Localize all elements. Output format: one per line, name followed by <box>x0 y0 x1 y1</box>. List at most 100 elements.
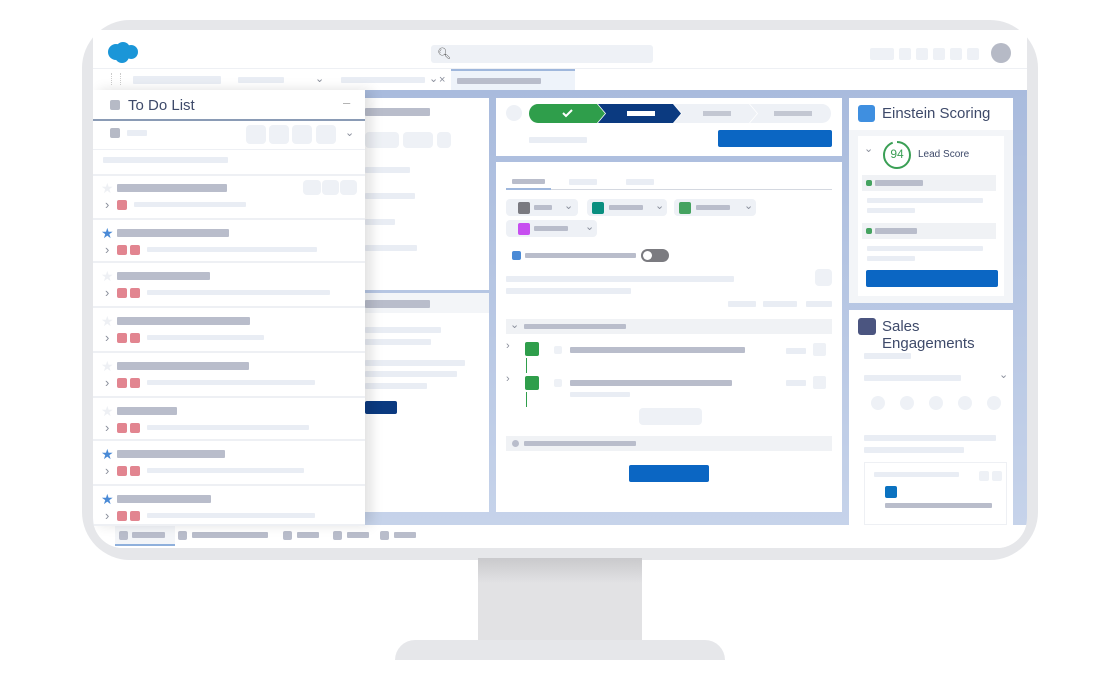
tag-icon <box>117 511 127 521</box>
view-more-button[interactable] <box>629 465 709 482</box>
chevron-down-icon[interactable]: ⌄ <box>999 370 1008 381</box>
row-actions-menu[interactable] <box>813 343 826 356</box>
past-activity-section[interactable] <box>506 436 832 451</box>
tab-active[interactable] <box>506 188 551 190</box>
utility-icon[interactable] <box>967 48 979 60</box>
utility-icon[interactable] <box>916 48 928 60</box>
to-do-item-detail <box>147 290 330 295</box>
to-do-item[interactable]: ★ › <box>93 308 365 353</box>
record-highlights-card <box>365 98 489 290</box>
star-icon[interactable]: ★ <box>101 359 114 373</box>
activity-type-button[interactable]: ⌄ <box>587 199 667 216</box>
chevron-right-icon[interactable]: › <box>105 464 109 477</box>
task-checkbox[interactable] <box>554 379 562 387</box>
utility-item[interactable] <box>380 525 425 546</box>
filter-checkbox[interactable] <box>512 251 521 260</box>
utility-item-active[interactable] <box>115 525 175 546</box>
to-do-item-detail <box>147 380 315 385</box>
tab[interactable] <box>626 179 654 185</box>
lead-score-panel: ⌄ 94 Lead Score <box>858 136 1004 296</box>
show-toggle[interactable] <box>641 249 669 262</box>
chevron-right-icon[interactable]: › <box>105 331 109 344</box>
monitor-stand-neck <box>478 558 642 642</box>
to-do-item[interactable]: ★ › <box>93 486 365 526</box>
to-do-item[interactable]: ★ › <box>93 398 365 441</box>
chevron-right-icon[interactable]: › <box>105 509 109 522</box>
to-do-item[interactable]: ★ › <box>93 220 365 263</box>
utility-item[interactable] <box>178 525 278 546</box>
star-icon[interactable]: ★ <box>101 447 114 461</box>
related-card <box>365 293 489 512</box>
workspace-tab[interactable] <box>341 77 425 83</box>
todo-action-button[interactable] <box>246 125 266 144</box>
settings-button[interactable] <box>815 269 832 286</box>
navigation-tab-bar: ⌄ ⌄ × <box>93 68 1027 91</box>
chevron-right-icon[interactable]: › <box>506 374 510 385</box>
load-more-button[interactable] <box>639 408 702 425</box>
einstein-action-button[interactable] <box>866 270 998 287</box>
star-icon[interactable]: ★ <box>101 269 114 283</box>
utility-item[interactable] <box>283 525 333 546</box>
tag-icon <box>117 333 127 343</box>
tag-icon <box>130 466 140 476</box>
to-do-item[interactable]: ★ › <box>93 263 365 308</box>
related-action-button[interactable] <box>365 401 397 414</box>
todo-action-button[interactable] <box>292 125 312 144</box>
chevron-down-icon[interactable]: ⌄ <box>315 74 324 85</box>
sales-engagements-card: Sales Engagements ⌄ <box>849 310 1013 525</box>
utility-icon[interactable] <box>899 48 911 60</box>
filter-icon[interactable] <box>110 128 120 138</box>
star-icon[interactable]: ★ <box>101 314 114 328</box>
activity-type-button[interactable]: ⌄ <box>506 220 597 237</box>
nav-item[interactable] <box>133 76 221 84</box>
to-do-item-detail <box>147 468 304 473</box>
nav-item[interactable] <box>238 77 284 83</box>
to-do-item[interactable]: ★ › <box>93 353 365 398</box>
chevron-right-icon[interactable]: › <box>105 198 109 211</box>
tag-icon <box>117 378 127 388</box>
chevron-right-icon[interactable]: › <box>105 286 109 299</box>
app-launcher-icon[interactable] <box>111 73 121 85</box>
chevron-right-icon[interactable]: › <box>105 421 109 434</box>
utility-icon[interactable] <box>950 48 962 60</box>
to-do-item-title <box>117 407 177 415</box>
tag-icon <box>130 245 140 255</box>
task-checkbox[interactable] <box>554 346 562 354</box>
monitor-stand-base <box>395 640 725 660</box>
chevron-down-icon[interactable]: ⌄ <box>345 128 354 139</box>
utility-icon[interactable] <box>933 48 945 60</box>
upcoming-overdue-section[interactable]: ⌄ <box>506 319 832 334</box>
mark-status-complete-button[interactable] <box>718 130 832 147</box>
step-icon <box>885 486 897 498</box>
activity-type-button[interactable]: ⌄ <box>506 199 578 216</box>
chevron-down-icon[interactable]: ⌄ <box>864 144 873 155</box>
chevron-right-icon[interactable]: › <box>105 243 109 256</box>
chevron-down-icon[interactable]: ⌄ <box>429 74 438 85</box>
star-icon[interactable]: ★ <box>101 181 114 195</box>
path-toggle-icon[interactable] <box>506 105 522 121</box>
chevron-right-icon[interactable]: › <box>105 376 109 389</box>
minimize-icon[interactable]: – <box>343 95 350 110</box>
lead-score-value: 94 <box>890 147 904 161</box>
star-icon[interactable]: ★ <box>101 492 114 506</box>
todo-action-button[interactable] <box>316 125 336 144</box>
path-step-complete[interactable] <box>529 104 605 123</box>
todo-action-button[interactable] <box>269 125 289 144</box>
close-icon[interactable]: × <box>439 75 445 86</box>
star-icon[interactable]: ★ <box>101 226 114 240</box>
chevron-right-icon[interactable]: › <box>506 341 510 352</box>
to-do-item[interactable]: ★ › <box>93 175 365 220</box>
to-do-item[interactable]: ★ › <box>93 441 365 486</box>
star-icon[interactable]: ★ <box>101 404 114 418</box>
user-avatar-icon[interactable] <box>991 43 1011 63</box>
row-actions-menu[interactable] <box>813 376 826 389</box>
global-search-input[interactable]: 🔍︎ <box>431 45 653 63</box>
einstein-scoring-card: Einstein Scoring ⌄ 94 Lead Score <box>849 98 1013 303</box>
screen: 🔍︎ ⌄ ⌄ × ⌄ ⌄ ⌄ ⌄ ⌄ › › Einstein Scoring … <box>93 30 1027 548</box>
utility-icon[interactable] <box>870 48 894 60</box>
activity-type-button[interactable]: ⌄ <box>674 199 756 216</box>
tab[interactable] <box>569 179 597 185</box>
active-workspace-tab[interactable] <box>451 69 575 91</box>
sales-engagements-title: Sales Engagements <box>882 318 975 352</box>
utility-item[interactable] <box>333 525 378 546</box>
